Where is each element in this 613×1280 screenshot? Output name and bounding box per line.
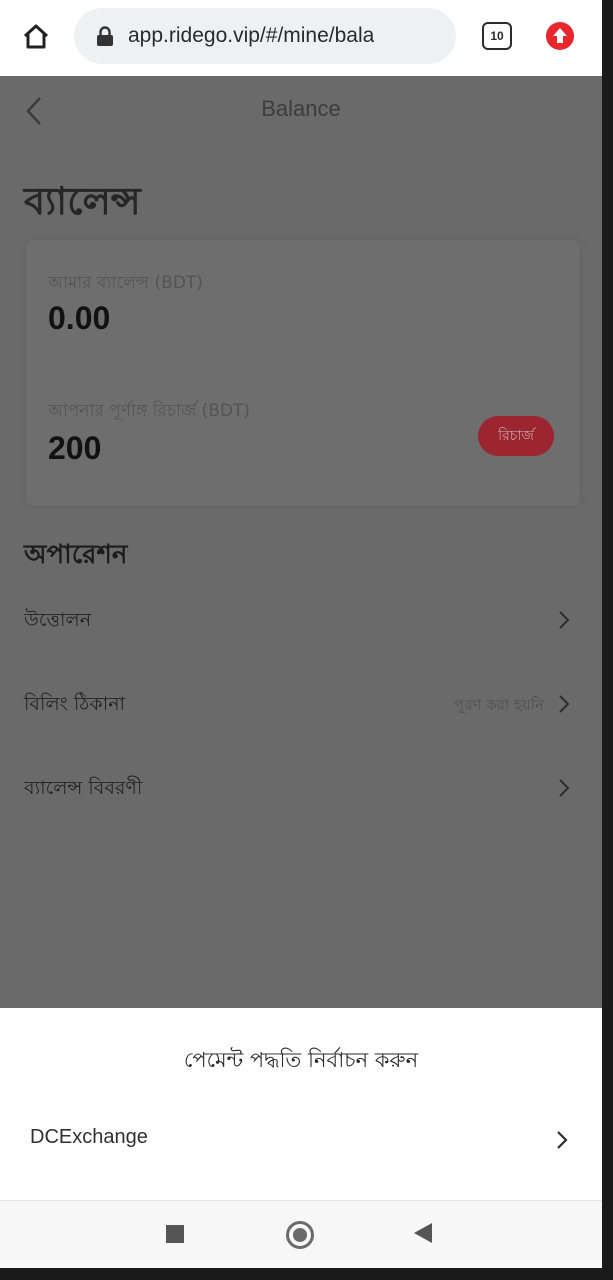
operation-label: বিলিং ঠিকানা: [24, 693, 126, 715]
my-balance-value: 0.00: [48, 300, 111, 336]
page-header: Balance: [0, 76, 602, 142]
page-title: Balance: [261, 96, 341, 121]
balance-heading: ব্যালেন্স: [24, 178, 141, 223]
home-dot: [293, 1228, 307, 1242]
operation-withdraw[interactable]: উত্তোলন: [0, 590, 602, 650]
full-recharge-label: আপনার পূর্ণাঙ্গ রিচার্জ (BDT): [48, 401, 250, 421]
home-icon[interactable]: [18, 18, 54, 54]
payment-method-dcexchange[interactable]: DCExchange: [0, 1110, 602, 1170]
chevron-right-icon: [559, 611, 570, 629]
back-triangle-icon[interactable]: [414, 1223, 432, 1243]
home-circle-icon[interactable]: [286, 1221, 314, 1249]
chevron-right-icon: [557, 1131, 568, 1149]
balance-card: আমার ব্যালেন্স (BDT) 0.00 আপনার পূর্ণাঙ্…: [26, 240, 580, 506]
url-text: app.ridego.vip/#/mine/bala: [128, 24, 375, 47]
operation-billing-address[interactable]: বিলিং ঠিকানা পূরণ করা হয়নি: [0, 674, 602, 734]
recharge-button[interactable]: রিচার্জ: [478, 416, 554, 456]
operation-balance-statement[interactable]: ব্যালেন্স বিবরণী: [0, 758, 602, 818]
balance-page: Balance ব্যালেন্স আমার ব্যালেন্স (BDT) 0…: [0, 76, 602, 1008]
recent-apps-icon[interactable]: [166, 1225, 184, 1243]
tab-count-button[interactable]: 10: [482, 22, 512, 50]
billing-status-hint: পূরণ করা হয়নি: [453, 696, 544, 714]
update-arrow-icon[interactable]: [544, 20, 576, 52]
operation-label: ব্যালেন্স বিবরণী: [24, 777, 143, 799]
address-bar[interactable]: app.ridego.vip/#/mine/bala: [74, 8, 456, 64]
chevron-right-icon: [559, 779, 570, 797]
my-balance-label: আমার ব্যালেন্স (BDT): [48, 273, 203, 293]
browser-toolbar: app.ridego.vip/#/mine/bala 10: [0, 0, 602, 76]
sheet-title: পেমেন্ট পদ্ধতি নির্বাচন করুন: [183, 1048, 419, 1072]
operations-heading: অপারেশন: [24, 540, 128, 570]
lock-icon: [97, 26, 113, 46]
operation-label: উত্তোলন: [24, 609, 92, 631]
payment-method-label: DCExchange: [30, 1126, 148, 1148]
system-navigation-bar: [0, 1200, 602, 1268]
payment-method-sheet: পেমেন্ট পদ্ধতি নির্বাচন করুন DCExchange: [0, 1008, 602, 1200]
chevron-right-icon: [559, 695, 570, 713]
full-recharge-value: 200: [48, 430, 102, 466]
